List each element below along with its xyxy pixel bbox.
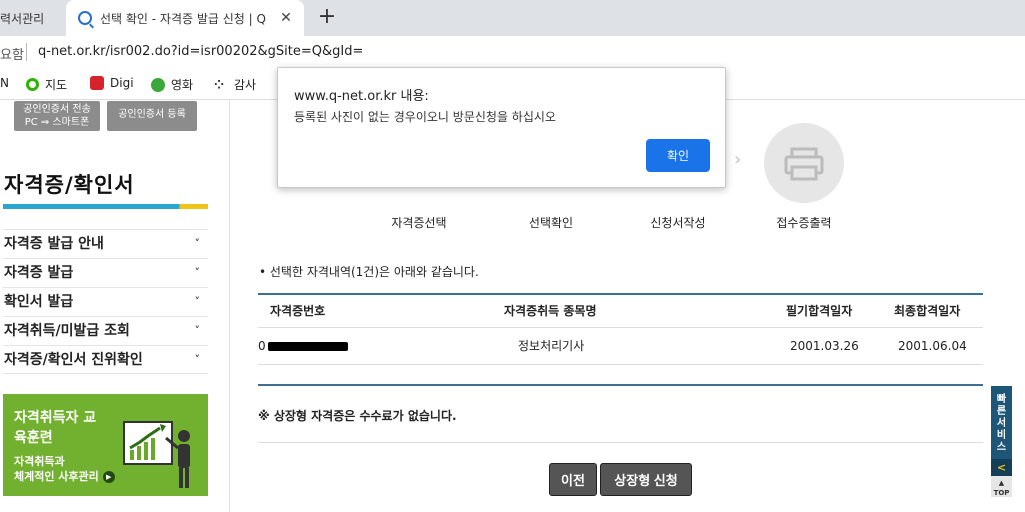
bookmark-label: 지도	[45, 78, 68, 92]
bookmark-label: N	[0, 76, 9, 90]
security-indicator[interactable]: 요함	[0, 44, 24, 63]
banner-subtitle: 자격취득과 체계적인 사후관리 ▶	[14, 454, 115, 484]
sidebar-item-label: 자격취득/미발급 조회	[4, 323, 130, 339]
quick-service-toggle[interactable]: <	[991, 459, 1012, 476]
header-cert-number: 자격증번호	[270, 304, 326, 318]
table-header: 자격증번호 자격증취득 종목명 필기합격일자 최종합격일자	[258, 295, 983, 328]
selection-summary: • 선택한 자격내역(1건)은 아래와 같습니다.	[259, 265, 479, 279]
address-bar[interactable]: 요함 q-net.or.kr/isr002.do?id=isr00202&gSi…	[0, 36, 1025, 68]
fee-notice: ※ 상장형 자격증은 수수료가 없습니다.	[258, 409, 457, 423]
step-label-select-confirm: 선택확인	[528, 216, 574, 230]
sidebar-item-label: 자격증 발급 안내	[4, 236, 104, 252]
bookmark-map[interactable]: 지도	[26, 76, 67, 93]
cert-transfer-button[interactable]: 공인인증서 전송 PC ⇒ 스마트폰	[14, 101, 100, 131]
dialog-ok-button[interactable]: 확인	[646, 139, 710, 172]
step-label-receipt: 접수증출력	[776, 216, 832, 230]
alert-dialog: www.q-net.or.kr 내용: 등록된 사진이 없는 경우이오니 방문신…	[277, 67, 726, 188]
top-label: TOP	[993, 489, 1010, 497]
sidebar-item-confirmation[interactable]: 확인서 발급 ˅	[3, 287, 208, 316]
presentation-board-icon	[123, 421, 190, 488]
dialog-message: 등록된 사진이 없는 경우이오니 방문신청을 하십시오	[294, 110, 556, 124]
arrow-right-icon: ▶	[102, 471, 115, 483]
map-pin-icon	[26, 78, 39, 91]
cert-transfer-line2: PC ⇒ 스마트폰	[24, 117, 90, 128]
bookmark-naver[interactable]: N	[0, 76, 9, 90]
close-tab-icon[interactable]: ✕	[278, 10, 294, 26]
sidebar-item-label: 확인서 발급	[4, 294, 74, 310]
step-label-select: 자격증선택	[391, 216, 447, 230]
cert-number-prefix: 0	[258, 339, 266, 353]
education-banner[interactable]: 자격취득자 교육훈련 자격취득과 체계적인 사후관리 ▶	[3, 394, 208, 496]
scroll-top-button[interactable]: ▲ TOP	[991, 476, 1012, 497]
chevron-down-icon: ˅	[194, 353, 201, 366]
chevron-down-icon: ˅	[194, 237, 201, 250]
sidebar-title: 자격증/확인서	[4, 173, 135, 197]
dialog-title: www.q-net.or.kr 내용:	[294, 89, 429, 104]
bookmark-label: Digi	[110, 76, 134, 90]
step-label-application: 신청서작성	[650, 216, 706, 230]
printer-icon	[784, 147, 824, 181]
sidebar-menu: 자격증 발급 안내 ˅ 자격증 발급 ˅ 확인서 발급 ˅ 자격취득/미발급 조…	[3, 229, 208, 374]
url-text[interactable]: q-net.or.kr/isr002.do?id=isr00202&gSite=…	[38, 44, 363, 59]
banner-sub-line1: 자격취득과	[14, 455, 65, 468]
bookmark-dots[interactable]: ⁘ 감사	[214, 76, 256, 93]
notice-divider	[258, 442, 983, 443]
sidebar-item-label: 자격증 발급	[4, 265, 74, 281]
address-divider	[26, 43, 27, 61]
redacted-mark	[267, 342, 348, 351]
cert-register-button[interactable]: 공인인증서 등록	[107, 101, 197, 131]
sidebar-item-verify[interactable]: 자격증/확인서 진위확인 ˅	[3, 345, 208, 374]
cert-number: 0	[258, 328, 348, 365]
header-cert-name: 자격증취득 종목명	[504, 304, 597, 318]
tab-previous[interactable]: 력서관리	[0, 0, 66, 36]
step-circle-receipt	[764, 123, 844, 203]
sidebar-item-issue[interactable]: 자격증 발급 ˅	[3, 258, 208, 287]
table-bottom-border	[258, 384, 983, 386]
arrow-up-icon: ▲	[998, 479, 1005, 487]
digi-icon	[90, 76, 104, 90]
sidebar-item-label: 자격증/확인서 진위확인	[4, 352, 143, 368]
sidebar-item-issue-guide[interactable]: 자격증 발급 안내 ˅	[3, 229, 208, 258]
search-favicon-icon	[78, 11, 92, 25]
tab-strip: 력서관리 선택 확인 - 자격증 발급 신청 | Q ✕ +	[0, 0, 1025, 36]
bookmark-digi[interactable]: Digi	[90, 76, 134, 90]
header-final-date: 최종합격일자	[894, 304, 961, 318]
written-date: 2001.03.26	[790, 339, 859, 353]
bookmark-label: 감사	[234, 78, 257, 92]
tab-previous-title: 력서관리	[0, 11, 45, 26]
movie-icon	[151, 77, 165, 92]
prev-button[interactable]: 이전	[549, 463, 597, 496]
quick-service-label: 빠른서비스	[996, 394, 1007, 453]
banner-title: 자격취득자 교육훈련	[14, 410, 97, 446]
header-written-date: 필기합격일자	[786, 304, 853, 318]
banner-sub-line2: 체계적인 사후관리	[14, 470, 99, 483]
tab-active-title: 선택 확인 - 자격증 발급 신청 | Q	[100, 11, 266, 26]
new-tab-button[interactable]: +	[316, 6, 338, 28]
apply-button[interactable]: 상장형 신청	[600, 463, 692, 496]
step-arrow-icon: ›	[734, 149, 742, 170]
dots-icon: ⁘	[214, 77, 225, 92]
table-row: 0 정보처리기사 2001.03.26 2001.06.04	[258, 328, 983, 365]
chevron-down-icon: ˅	[194, 324, 201, 337]
final-date: 2001.06.04	[898, 339, 967, 353]
cert-name: 정보처리기사	[518, 339, 585, 353]
sidebar-item-lookup[interactable]: 자격취득/미발급 조회 ˅	[3, 316, 208, 345]
sidebar-divider	[229, 101, 230, 512]
cert-buttons: 공인인증서 전송 PC ⇒ 스마트폰 공인인증서 등록	[14, 101, 200, 131]
chevron-down-icon: ˅	[194, 266, 201, 279]
bookmark-movie[interactable]: 영화	[151, 76, 193, 93]
sidebar-title-underline	[3, 204, 208, 209]
tab-active[interactable]: 선택 확인 - 자격증 발급 신청 | Q ✕	[66, 0, 304, 36]
bookmark-label: 영화	[171, 78, 194, 92]
chevron-down-icon: ˅	[194, 295, 201, 308]
cert-transfer-line1: 공인인증서 전송	[23, 104, 91, 115]
